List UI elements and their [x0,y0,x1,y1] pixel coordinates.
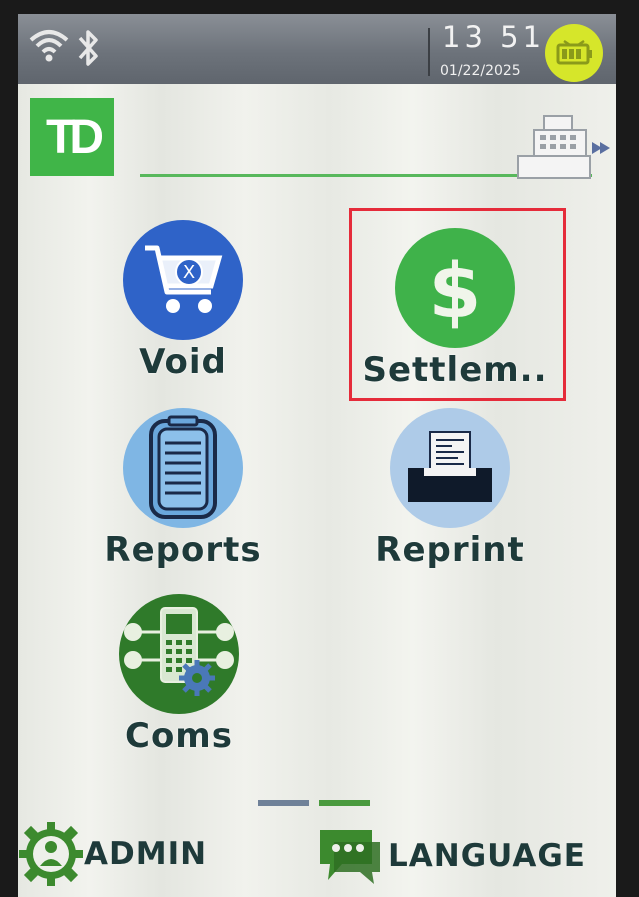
language-button[interactable]: LANGUAGE [314,824,586,888]
language-label: LANGUAGE [388,838,586,874]
reprint-button[interactable]: Reprint [350,408,550,570]
printer-icon [390,408,510,528]
admin-label: ADMIN [84,836,208,872]
reports-button[interactable]: Reports [83,408,283,570]
cash-register-icon[interactable] [514,112,610,182]
void-button[interactable]: X Void [83,220,283,382]
page-dot-2[interactable] [319,800,370,806]
chat-bubble-icon [320,830,380,884]
clock-date: 01/22/2025 [440,63,521,79]
svg-text:X: X [183,262,195,283]
coms-label: Coms [125,716,233,756]
bluetooth-icon [78,30,98,66]
reports-label: Reports [104,530,262,570]
wifi-icon [29,30,69,62]
terminal-screen: 13 51 01/22/2025 TD X Void $ Settlem.. R… [18,14,616,897]
terminal-network-icon [119,594,239,714]
admin-gear-icon [19,822,83,886]
page-dot-1[interactable] [258,800,309,806]
coms-button[interactable]: Coms [79,594,279,756]
reprint-label: Reprint [375,530,525,570]
td-logo: TD [30,98,114,176]
clipboard-icon [123,408,243,528]
clock-time: 13 51 [442,20,546,54]
admin-button[interactable]: ADMIN [18,818,207,890]
td-logo-text: TD [46,110,104,164]
battery-icon [545,24,603,82]
status-divider [428,28,430,76]
status-bar: 13 51 01/22/2025 [18,14,616,84]
void-label: Void [139,342,227,382]
selection-highlight [349,208,566,401]
cart-void-icon: X [123,220,243,340]
